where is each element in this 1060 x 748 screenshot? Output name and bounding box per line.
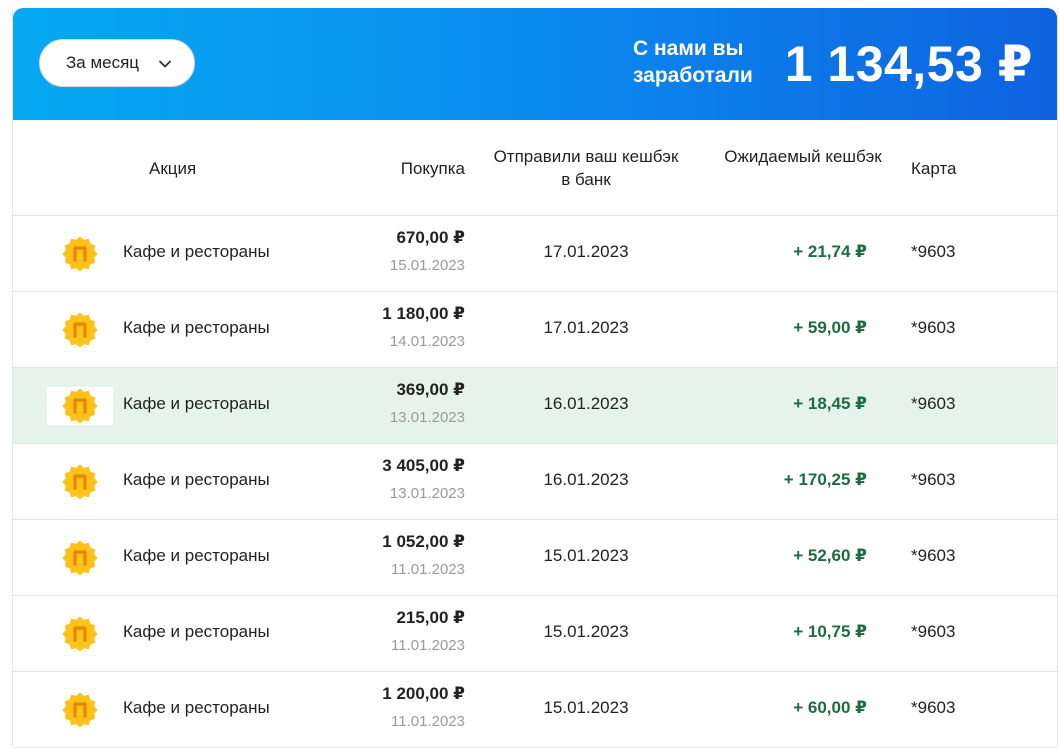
table-row[interactable]: Кафе и рестораны 215,00 ₽ 11.01.2023 15.… [13, 596, 1057, 672]
pyaterochka-logo-icon [62, 464, 98, 500]
merchant-logo [47, 691, 113, 729]
cashback-panel: За месяц С нами вы заработали 1 134,53 ₽… [12, 8, 1058, 748]
cashback-header: За месяц С нами вы заработали 1 134,53 ₽ [13, 8, 1057, 120]
card-number: *9603 [911, 470, 956, 489]
table-row[interactable]: Кафе и рестораны 1 200,00 ₽ 11.01.2023 1… [13, 672, 1057, 748]
table-row[interactable]: Кафе и рестораны 670,00 ₽ 15.01.2023 17.… [13, 216, 1057, 292]
chevron-down-icon [159, 60, 171, 68]
merchant-logo [47, 615, 113, 653]
expected-cashback: + 10,75 ₽ [793, 622, 867, 641]
card-number: *9603 [911, 546, 956, 565]
pyaterochka-logo-icon [62, 616, 98, 652]
pyaterochka-logo-icon [62, 236, 98, 272]
merchant-logo [47, 387, 113, 425]
column-header-promo: Акция [149, 159, 197, 178]
promo-name: Кафе и рестораны [123, 470, 270, 489]
promo-name: Кафе и рестораны [123, 318, 270, 337]
period-label: За месяц [66, 53, 140, 72]
purchase-date: 13.01.2023 [389, 409, 465, 426]
promo-name: Кафе и рестораны [123, 546, 270, 565]
card-number: *9603 [911, 622, 956, 641]
expected-cashback: + 18,45 ₽ [793, 394, 867, 413]
purchase-amount: 1 200,00 ₽ [382, 684, 465, 703]
column-header-sent: Отправили ваш кешбэк в банк [493, 147, 679, 189]
sent-date: 17.01.2023 [543, 318, 629, 337]
table-row[interactable]: Кафе и рестораны 1 052,00 ₽ 11.01.2023 1… [13, 520, 1057, 596]
purchase-date: 13.01.2023 [389, 485, 465, 502]
purchase-date: 11.01.2023 [391, 561, 465, 578]
period-dropdown[interactable]: За месяц [39, 39, 195, 87]
purchase-date: 11.01.2023 [391, 637, 465, 654]
table-row[interactable]: Кафе и рестораны 369,00 ₽ 13.01.2023 16.… [13, 368, 1057, 444]
sent-date: 15.01.2023 [543, 546, 629, 565]
column-header-expected: Ожидаемый кешбэк [724, 147, 882, 166]
card-number: *9603 [911, 698, 956, 717]
pyaterochka-logo-icon [62, 692, 98, 728]
sent-date: 17.01.2023 [543, 242, 629, 261]
card-number: *9603 [911, 242, 956, 261]
merchant-logo [47, 311, 113, 349]
table-row[interactable]: Кафе и рестораны 3 405,00 ₽ 13.01.2023 1… [13, 444, 1057, 520]
pyaterochka-logo-icon [62, 388, 98, 424]
purchase-amount: 1 180,00 ₽ [382, 304, 465, 323]
expected-cashback: + 59,00 ₽ [793, 318, 867, 337]
pyaterochka-logo-icon [62, 540, 98, 576]
merchant-logo [47, 235, 113, 273]
sent-date: 16.01.2023 [543, 394, 629, 413]
sent-date: 15.01.2023 [543, 622, 629, 641]
promo-name: Кафе и рестораны [123, 698, 270, 717]
purchase-amount: 215,00 ₽ [396, 608, 465, 627]
merchant-logo [47, 463, 113, 501]
expected-cashback: + 170,25 ₽ [783, 470, 867, 489]
purchase-amount: 369,00 ₽ [396, 380, 465, 399]
pyaterochka-logo-icon [62, 312, 98, 348]
column-header-card: Карта [911, 159, 957, 178]
purchase-amount: 3 405,00 ₽ [382, 456, 465, 475]
purchase-amount: 670,00 ₽ [396, 228, 465, 247]
table-row[interactable]: Кафе и рестораны 1 180,00 ₽ 14.01.2023 1… [13, 292, 1057, 368]
purchase-date: 14.01.2023 [389, 333, 465, 350]
expected-cashback: + 52,60 ₽ [793, 546, 867, 565]
card-number: *9603 [911, 394, 956, 413]
table-header: Акция Покупка Отправили ваш кешбэк в бан… [13, 120, 1057, 216]
expected-cashback: + 60,00 ₽ [793, 698, 867, 717]
promo-name: Кафе и рестораны [123, 394, 270, 413]
promo-name: Кафе и рестораны [123, 622, 270, 641]
sent-date: 15.01.2023 [543, 698, 629, 717]
promo-name: Кафе и рестораны [123, 242, 270, 261]
expected-cashback: + 21,74 ₽ [793, 242, 867, 261]
purchase-date: 11.01.2023 [391, 713, 465, 730]
card-number: *9603 [911, 318, 956, 337]
purchase-date: 15.01.2023 [389, 257, 465, 274]
sent-date: 16.01.2023 [543, 470, 629, 489]
purchase-amount: 1 052,00 ₽ [382, 532, 465, 551]
column-header-purchase: Покупка [400, 159, 465, 178]
earned-amount: 1 134,53 ₽ [784, 36, 1033, 92]
cashback-table-body: Кафе и рестораны 670,00 ₽ 15.01.2023 17.… [13, 216, 1057, 748]
earned-label: С нами вы заработали [633, 37, 753, 87]
merchant-logo [47, 539, 113, 577]
